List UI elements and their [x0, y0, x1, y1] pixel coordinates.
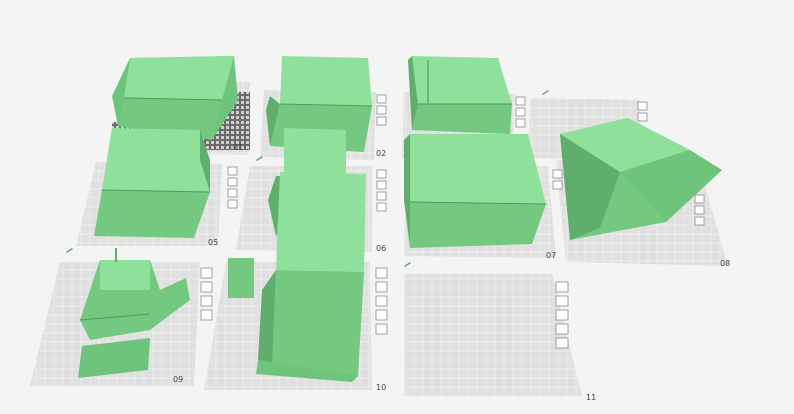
- model-07[interactable]: [404, 134, 547, 248]
- auto-arrange-icon[interactable]: [375, 281, 388, 293]
- auto-arrange-icon[interactable]: [637, 112, 648, 122]
- grid-icon[interactable]: [376, 116, 387, 126]
- auto-arrange-icon[interactable]: [515, 107, 526, 117]
- auto-arrange-icon[interactable]: [552, 180, 563, 190]
- grid-icon[interactable]: [375, 295, 388, 307]
- plate-label-07: 07: [546, 251, 556, 260]
- plate-toolbar-03: [515, 96, 526, 128]
- auto-arrange-icon[interactable]: [227, 177, 238, 187]
- plate-label-10: 10: [376, 383, 386, 392]
- plate-label-01: 01: [233, 143, 243, 152]
- auto-arrange-icon[interactable]: [694, 205, 705, 215]
- close-icon[interactable]: [375, 267, 388, 279]
- close-icon[interactable]: [694, 194, 705, 204]
- model-05[interactable]: [94, 128, 211, 238]
- grid-icon[interactable]: [200, 295, 213, 307]
- plate-11[interactable]: [404, 274, 582, 396]
- plate-toolbar-10: [375, 267, 388, 335]
- viewport-canvas[interactable]: 01 02 05 06 07 08 09 10 11: [0, 0, 794, 414]
- close-icon[interactable]: [200, 267, 213, 279]
- lock-icon[interactable]: [555, 323, 569, 335]
- lock-icon[interactable]: [200, 309, 213, 321]
- plate-label-02: 02: [376, 149, 386, 158]
- settings-icon[interactable]: [375, 323, 388, 335]
- plate-label-08: 08: [720, 259, 730, 268]
- close-icon[interactable]: [376, 169, 387, 179]
- close-icon[interactable]: [515, 96, 526, 106]
- grid-icon[interactable]: [227, 188, 238, 198]
- plate-toolbar-11: [555, 281, 569, 349]
- grid-icon[interactable]: [515, 118, 526, 128]
- close-icon[interactable]: [552, 169, 563, 179]
- model-03[interactable]: [408, 56, 512, 134]
- auto-arrange-icon[interactable]: [200, 281, 213, 293]
- lock-icon[interactable]: [227, 199, 238, 209]
- grid-icon[interactable]: [376, 191, 387, 201]
- settings-icon[interactable]: [555, 337, 569, 349]
- plate-toolbar-02: [376, 94, 387, 126]
- auto-arrange-icon[interactable]: [555, 295, 569, 307]
- grid-icon[interactable]: [694, 216, 705, 226]
- close-icon[interactable]: [555, 281, 569, 293]
- plate-label-05: 05: [208, 238, 218, 247]
- lock-icon[interactable]: [376, 202, 387, 212]
- close-icon[interactable]: [376, 94, 387, 104]
- close-icon[interactable]: [637, 101, 648, 111]
- lock-icon[interactable]: [375, 309, 388, 321]
- plate-label-06: 06: [376, 244, 386, 253]
- close-icon[interactable]: [227, 166, 238, 176]
- auto-arrange-icon[interactable]: [376, 180, 387, 190]
- plate-label-09: 09: [173, 375, 183, 384]
- grid-icon[interactable]: [555, 309, 569, 321]
- auto-arrange-icon[interactable]: [376, 105, 387, 115]
- plate-label-11: 11: [586, 393, 596, 402]
- plate-toolbar-08: [694, 194, 705, 226]
